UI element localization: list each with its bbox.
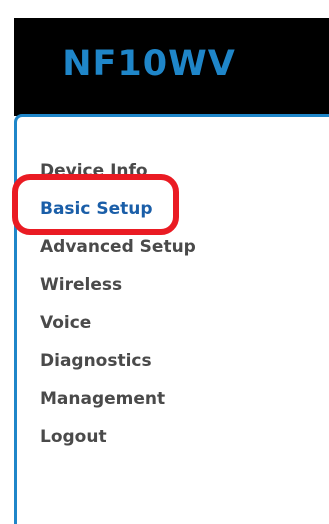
sidebar-item-device-info[interactable]: Device Info (40, 157, 196, 195)
sidebar-item-wireless[interactable]: Wireless (40, 271, 196, 309)
header-banner: NF10WV (14, 18, 329, 116)
brand-title: NF10WV (62, 44, 236, 84)
sidebar-item-voice[interactable]: Voice (40, 309, 196, 347)
sidebar-menu: Device Info Basic Setup Advanced Setup W… (40, 157, 196, 461)
sidebar-item-diagnostics[interactable]: Diagnostics (40, 347, 196, 385)
top-band (14, 0, 329, 18)
sidebar-panel: Device Info Basic Setup Advanced Setup W… (14, 114, 329, 524)
sidebar-item-advanced-setup[interactable]: Advanced Setup (40, 233, 196, 271)
sidebar-item-logout[interactable]: Logout (40, 423, 196, 461)
router-admin-page: NF10WV Device Info Basic Setup Advanced … (0, 0, 329, 524)
sidebar-item-management[interactable]: Management (40, 385, 196, 423)
sidebar-item-basic-setup[interactable]: Basic Setup (40, 195, 196, 233)
